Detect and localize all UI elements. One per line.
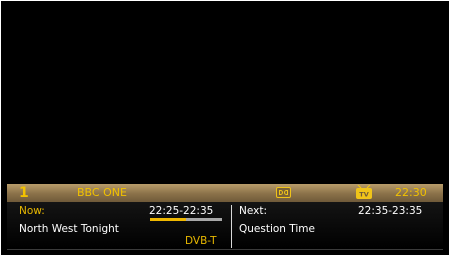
programme-progress-bar bbox=[150, 218, 222, 221]
channel-number: 1 bbox=[19, 185, 29, 201]
tv-icon: TV bbox=[356, 185, 372, 199]
programme-guide-panel: Now: 22:25-22:35 North West Tonight DVB-… bbox=[7, 202, 443, 249]
next-time: 22:35-23:35 bbox=[358, 205, 423, 217]
channel-info-bar: 1 BBC ONE TV 22:30 bbox=[7, 184, 443, 202]
programme-progress-fill bbox=[150, 218, 186, 221]
svg-text:TV: TV bbox=[359, 191, 368, 199]
broadcast-source: DVB-T bbox=[185, 235, 217, 247]
now-label: Now: bbox=[19, 205, 45, 217]
divider bbox=[231, 205, 232, 248]
bottom-rule bbox=[7, 249, 443, 250]
dolby-digital-icon bbox=[276, 187, 291, 198]
channel-name: BBC ONE bbox=[77, 186, 127, 199]
now-time: 22:25-22:35 bbox=[149, 205, 214, 217]
next-label: Next: bbox=[239, 205, 267, 217]
tv-screen: 1 BBC ONE TV 22:30 Now: 22:25-22:35 Nort… bbox=[1, 1, 449, 255]
next-programme-title: Question Time bbox=[239, 223, 315, 235]
clock-time: 22:30 bbox=[395, 186, 427, 199]
now-programme-title: North West Tonight bbox=[19, 223, 119, 235]
